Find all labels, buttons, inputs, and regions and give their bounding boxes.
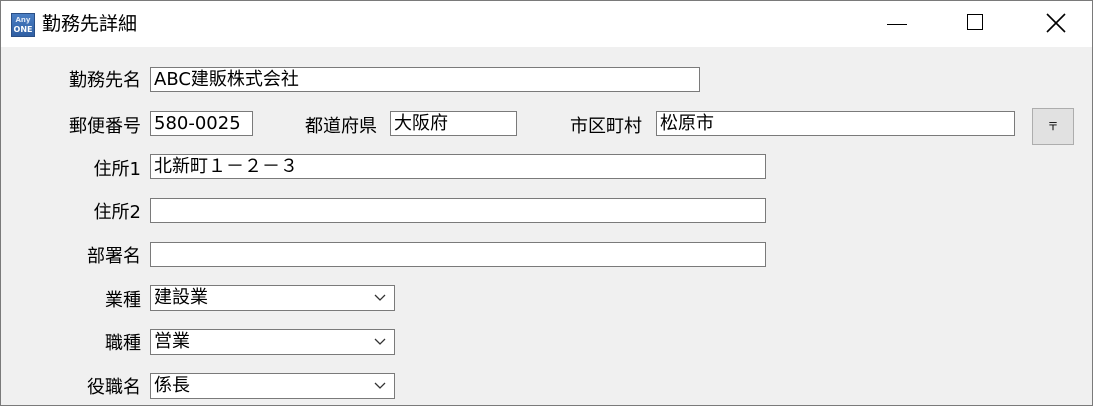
occupation-select-value: 営業 <box>154 331 190 352</box>
zip-lookup-button[interactable]: 〒 <box>1032 108 1074 145</box>
city-label: 市区町村 <box>570 116 642 137</box>
prefecture-label: 都道府県 <box>305 116 377 137</box>
industry-select-value: 建設業 <box>154 287 208 308</box>
department-field[interactable] <box>150 242 766 267</box>
minimize-icon <box>887 24 907 25</box>
window-title: 勤務先詳細 <box>42 13 138 35</box>
industry-select[interactable]: 建設業 <box>150 285 395 311</box>
industry-label: 業種 <box>105 290 141 311</box>
position-select-value: 係長 <box>154 375 190 396</box>
minimize-button[interactable] <box>865 1 929 47</box>
app-icon-bottom-text: ONE <box>13 25 33 34</box>
title-bar: Any ONE 勤務先詳細 <box>1 1 1092 47</box>
app-icon-top-text: Any <box>15 16 31 24</box>
position-select[interactable]: 係長 <box>150 373 395 399</box>
chevron-down-icon <box>374 294 386 301</box>
address1-field[interactable]: 北新町１－２－３ <box>150 154 766 179</box>
company-name-label: 勤務先名 <box>69 70 141 91</box>
app-icon: Any ONE <box>11 13 35 37</box>
occupation-label: 職種 <box>105 333 141 354</box>
address2-field[interactable] <box>150 198 766 223</box>
prefecture-field[interactable]: 大阪府 <box>390 111 517 136</box>
window: Any ONE 勤務先詳細 勤務先名 ABC建販株式会社 郵便番号 580-00… <box>0 0 1093 406</box>
chevron-down-icon <box>374 338 386 345</box>
maximize-button[interactable] <box>944 1 1008 47</box>
occupation-select[interactable]: 営業 <box>150 329 395 355</box>
close-icon <box>1046 13 1066 33</box>
city-field[interactable]: 松原市 <box>656 111 1015 136</box>
postal-code-field[interactable]: 580-0025 <box>150 111 253 136</box>
address1-label: 住所1 <box>93 159 141 180</box>
position-label: 役職名 <box>87 377 141 398</box>
department-label: 部署名 <box>87 246 141 267</box>
postal-code-label: 郵便番号 <box>69 116 141 137</box>
address2-label: 住所2 <box>93 202 141 223</box>
close-button[interactable] <box>1024 1 1088 47</box>
maximize-icon <box>967 14 983 30</box>
company-name-field[interactable]: ABC建販株式会社 <box>150 67 700 92</box>
chevron-down-icon <box>374 382 386 389</box>
